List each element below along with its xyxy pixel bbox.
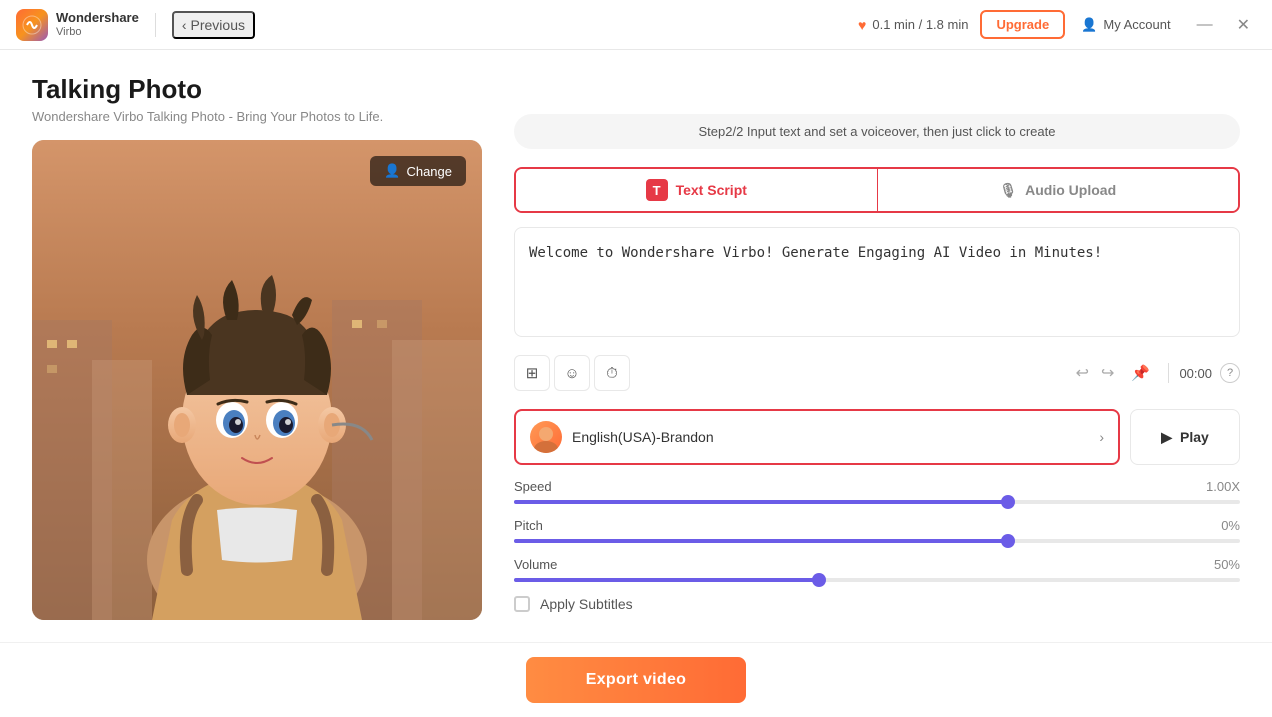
import-btn[interactable]: ⊞ <box>514 355 550 391</box>
time-display: 00:00 <box>1179 366 1212 381</box>
play-icon: ▶ <box>1161 429 1172 446</box>
user-icon: 👤 <box>1081 17 1097 33</box>
subtitles-label: Apply Subtitles <box>540 596 633 612</box>
emoji-icon: ☺ <box>564 365 579 382</box>
back-button[interactable]: ‹ Previous <box>172 11 255 39</box>
audio-upload-mic-icon: 🎙 <box>999 182 1017 199</box>
voice-avatar <box>530 421 562 453</box>
speed-track[interactable] <box>514 500 1240 504</box>
photo-container: 👤 Change <box>32 140 482 620</box>
export-button[interactable]: Export video <box>526 657 747 703</box>
close-button[interactable]: ✕ <box>1231 13 1256 37</box>
editor-toolbar: ⊞ ☺ ⏱ ↩ ↪ 📌 00:00 ? <box>514 351 1240 395</box>
left-panel: Talking Photo Wondershare Virbo Talking … <box>32 74 482 693</box>
page-subtitle: Wondershare Virbo Talking Photo - Bring … <box>32 109 482 124</box>
play-button[interactable]: ▶ Play <box>1130 409 1240 465</box>
voice-row: English(USA)-Brandon › ▶ Play <box>514 409 1240 465</box>
page-title: Talking Photo <box>32 74 482 105</box>
volume-label-row: Volume 50% <box>514 557 1240 572</box>
my-account-label: My Account <box>1103 17 1170 32</box>
product-name: Virbo <box>56 26 139 38</box>
titlebar: Wondershare Virbo ‹ Previous ♥ 0.1 min /… <box>0 0 1272 50</box>
pitch-value: 0% <box>1221 518 1240 533</box>
voice-chevron-icon: › <box>1099 429 1104 445</box>
speed-slider-row: Speed 1.00X <box>514 479 1240 504</box>
pitch-track[interactable] <box>514 539 1240 543</box>
volume-fill <box>514 578 819 582</box>
tab-audio-upload[interactable]: 🎙 Audio Upload <box>878 169 1239 211</box>
app-logo: Wondershare Virbo <box>16 9 139 41</box>
subtitles-checkbox[interactable] <box>514 596 530 612</box>
volume-value: 50% <box>1214 557 1240 572</box>
credits-value: 0.1 min / 1.8 min <box>872 17 968 32</box>
pitch-slider-row: Pitch 0% <box>514 518 1240 543</box>
speed-value: 1.00X <box>1206 479 1240 494</box>
audio-upload-label: Audio Upload <box>1025 182 1116 198</box>
help-button[interactable]: ? <box>1220 363 1240 383</box>
speed-label: Speed <box>514 479 552 494</box>
export-bar: Export video <box>0 642 1272 717</box>
pitch-fill <box>514 539 1008 543</box>
tabs-container: T Text Script 🎙 Audio Upload <box>514 167 1240 213</box>
back-chevron-icon: ‹ <box>182 17 187 33</box>
undo-button[interactable]: ↩ <box>1072 359 1093 387</box>
titlebar-divider <box>155 13 156 37</box>
character-illustration <box>32 140 482 620</box>
toolbar-separator <box>1168 363 1169 383</box>
voice-selector[interactable]: English(USA)-Brandon › <box>514 409 1120 465</box>
pitch-label-row: Pitch 0% <box>514 518 1240 533</box>
heart-icon: ♥ <box>858 17 866 33</box>
window-controls: — ✕ <box>1191 13 1256 37</box>
change-label: Change <box>406 164 452 179</box>
timer-icon: ⏱ <box>606 365 618 382</box>
pitch-label: Pitch <box>514 518 543 533</box>
right-panel: Step2/2 Input text and set a voiceover, … <box>514 74 1240 693</box>
change-button[interactable]: 👤 Change <box>370 156 466 186</box>
pin-icon: 📌 <box>1131 364 1150 382</box>
brand-name: Wondershare <box>56 11 139 25</box>
logo-icon <box>16 9 48 41</box>
subtitles-row: Apply Subtitles <box>514 596 1240 612</box>
change-icon: 👤 <box>384 163 400 179</box>
step-hint: Step2/2 Input text and set a voiceover, … <box>514 114 1240 149</box>
volume-track[interactable] <box>514 578 1240 582</box>
main-content: Talking Photo Wondershare Virbo Talking … <box>0 50 1272 717</box>
speed-fill <box>514 500 1008 504</box>
volume-thumb[interactable] <box>812 573 826 587</box>
logo-text: Wondershare Virbo <box>56 11 139 37</box>
my-account-button[interactable]: 👤 My Account <box>1081 17 1170 33</box>
emoji-btn[interactable]: ☺ <box>554 355 590 391</box>
volume-slider-row: Volume 50% <box>514 557 1240 582</box>
import-icon: ⊞ <box>526 364 539 382</box>
credits-display: ♥ 0.1 min / 1.8 min <box>858 17 968 33</box>
speed-thumb[interactable] <box>1001 495 1015 509</box>
play-label: Play <box>1180 429 1209 445</box>
script-textarea[interactable]: Welcome to Wondershare Virbo! Generate E… <box>514 227 1240 337</box>
timer-btn[interactable]: ⏱ <box>594 355 630 391</box>
text-script-label: Text Script <box>676 182 747 198</box>
voice-name: English(USA)-Brandon <box>572 429 1089 445</box>
back-label: Previous <box>191 17 245 33</box>
pin-btn[interactable]: 📌 <box>1122 355 1158 391</box>
speed-label-row: Speed 1.00X <box>514 479 1240 494</box>
volume-label: Volume <box>514 557 557 572</box>
pitch-thumb[interactable] <box>1001 534 1015 548</box>
upgrade-button[interactable]: Upgrade <box>980 10 1065 39</box>
text-script-icon: T <box>646 179 668 201</box>
redo-button[interactable]: ↪ <box>1097 359 1118 387</box>
minimize-button[interactable]: — <box>1191 13 1219 37</box>
tab-text-script[interactable]: T Text Script <box>516 169 877 211</box>
